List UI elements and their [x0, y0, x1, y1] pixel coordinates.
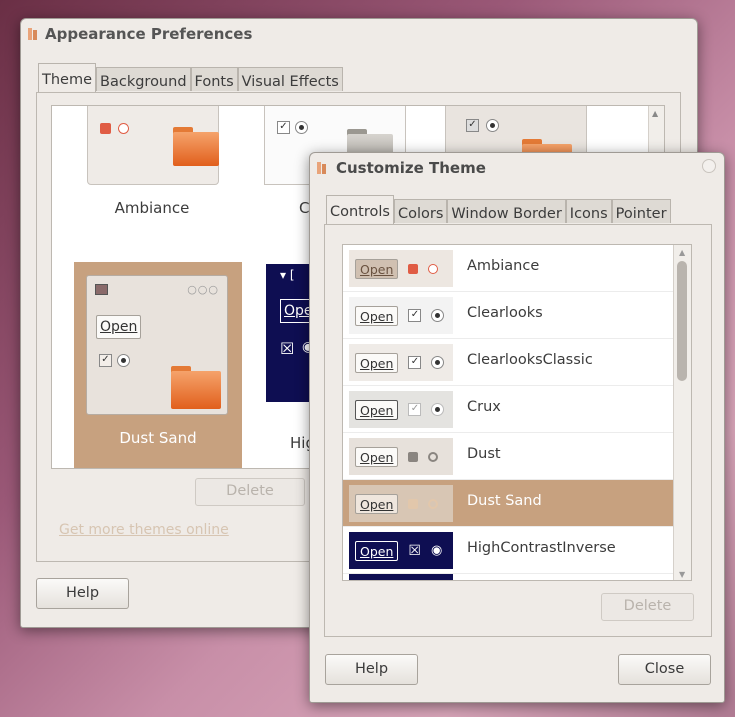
- get-more-themes-link[interactable]: Get more themes online: [59, 522, 229, 538]
- preview-open-button: Open: [96, 315, 142, 339]
- radio-icon: [428, 498, 439, 509]
- checkbox-icon: ☒: [408, 542, 421, 559]
- radio-icon: [295, 121, 308, 134]
- theme-name: HighContrastInverse: [467, 540, 616, 556]
- preview-open-button: Open: [355, 258, 399, 279]
- appearance-help-button[interactable]: Help: [36, 578, 129, 609]
- theme-name: ClearlooksClassic: [467, 352, 593, 368]
- list-item-dust[interactable]: Open Dust: [343, 433, 675, 480]
- delete-theme-button[interactable]: Delete: [195, 478, 305, 506]
- radio-icon: [431, 356, 445, 369]
- appearance-titlebar[interactable]: Appearance Preferences: [21, 19, 697, 49]
- checkbox-icon: ✓: [408, 403, 422, 416]
- preview-open-button: Open: [355, 446, 399, 467]
- appearance-title: Appearance Preferences: [45, 25, 253, 43]
- checkbox-icon: [408, 498, 419, 509]
- theme-tile-dust-sand[interactable]: ○○○ Open ✓ Dust Sand: [74, 262, 242, 468]
- radio-icon: [428, 263, 439, 274]
- checkbox-icon: ✓: [408, 309, 422, 322]
- theme-label-dust-sand: Dust Sand: [119, 429, 197, 447]
- window-menu-icon: ▾ [: [280, 268, 295, 282]
- customize-tabs: Controls Colors Window Border Icons Poin…: [326, 195, 671, 224]
- window-menu-icon: [95, 284, 108, 295]
- scroll-down-arrow-icon[interactable]: ▼: [679, 570, 685, 579]
- checkbox-icon: ☒: [280, 339, 295, 358]
- theme-name: Clearlooks: [467, 305, 543, 321]
- controls-theme-list: Open Ambiance Open ✓ Clearlooks Open ✓ C…: [342, 244, 692, 581]
- preview-ambiance: Open: [349, 250, 453, 287]
- customize-help-button[interactable]: Help: [325, 654, 418, 685]
- preview-open-button: Open: [355, 540, 399, 561]
- customize-theme-dialog: Customize Theme Controls Colors Window B…: [309, 152, 725, 703]
- radio-icon: ◉: [430, 543, 443, 558]
- theme-name: Dust Sand: [467, 493, 542, 509]
- theme-label-ambiance: Ambiance: [114, 199, 190, 217]
- scrollbar-thumb[interactable]: [677, 261, 687, 381]
- preview-open-button: Open: [355, 399, 399, 420]
- tab-icons[interactable]: Icons: [565, 199, 612, 223]
- list-item-clearlooks[interactable]: Open ✓ Clearlooks: [343, 292, 675, 339]
- customize-titlebar[interactable]: Customize Theme: [310, 153, 724, 183]
- preview-dust: Open: [349, 438, 453, 475]
- tab-controls[interactable]: Controls: [326, 195, 394, 224]
- preview-clearlooks-classic: Open ✓: [349, 344, 453, 381]
- delete-controls-button[interactable]: Delete: [601, 593, 694, 621]
- checkbox-icon: [408, 263, 419, 274]
- theme-name: Dust: [467, 446, 501, 462]
- list-item-clearlooks-classic[interactable]: Open ✓ ClearlooksClassic: [343, 339, 675, 386]
- radio-icon: [117, 354, 130, 367]
- preview-open-button: Open: [355, 352, 399, 373]
- list-item-ambiance[interactable]: Open Ambiance: [343, 245, 675, 292]
- customize-title: Customize Theme: [336, 159, 486, 177]
- appearance-app-icon: [28, 28, 37, 40]
- checkbox-icon: ✓: [277, 121, 290, 134]
- customize-app-icon: [317, 162, 326, 174]
- preview-open-button: Open: [355, 305, 399, 326]
- controls-list-scrollbar[interactable]: ▲ ▼: [673, 245, 691, 580]
- theme-thumb-ambiance[interactable]: [87, 106, 219, 185]
- preview-open-button: Open: [355, 493, 399, 514]
- list-item-high-contrast-inverse[interactable]: Open ☒ ◉ HighContrastInverse: [343, 527, 675, 574]
- theme-thumb-dust-sand: ○○○ Open ✓: [86, 275, 228, 415]
- scroll-up-arrow-icon[interactable]: ▲: [679, 248, 685, 257]
- tab-theme[interactable]: Theme: [38, 63, 97, 92]
- list-item-dust-sand[interactable]: Open Dust Sand: [343, 480, 675, 527]
- customize-close-button[interactable]: Close: [618, 654, 711, 685]
- theme-name: Ambiance: [467, 258, 540, 274]
- radio-icon: [486, 119, 499, 132]
- checkbox-icon: ✓: [408, 356, 422, 369]
- tab-colors[interactable]: Colors: [393, 199, 448, 223]
- preview-crux: Open ✓: [349, 391, 453, 428]
- radio-icon: [431, 309, 445, 322]
- checkbox-icon: [408, 451, 419, 462]
- radio-icon: [431, 403, 445, 416]
- tab-window-border[interactable]: Window Border: [447, 199, 566, 223]
- scroll-up-arrow-icon[interactable]: ▲: [652, 109, 658, 118]
- partial-list-item: [349, 574, 453, 580]
- checkbox-icon: ✓: [99, 354, 112, 367]
- tab-visual-effects[interactable]: Visual Effects: [237, 67, 343, 91]
- appearance-tabs: Theme Background Fonts Visual Effects: [38, 63, 343, 92]
- tab-fonts[interactable]: Fonts: [190, 67, 238, 91]
- checkbox-icon: [100, 123, 111, 134]
- tab-pointer[interactable]: Pointer: [611, 199, 671, 223]
- preview-dust-sand: Open: [349, 485, 453, 522]
- tab-background[interactable]: Background: [96, 67, 191, 91]
- window-controls-icon: ○○○: [187, 283, 219, 296]
- preview-clearlooks: Open ✓: [349, 297, 453, 334]
- radio-icon: [428, 451, 439, 462]
- checkbox-icon: ✓: [466, 119, 479, 132]
- list-item-crux[interactable]: Open ✓ Crux: [343, 386, 675, 433]
- theme-label-c: C: [299, 199, 310, 217]
- theme-name: Crux: [467, 399, 501, 415]
- preview-high-contrast-inverse: Open ☒ ◉: [349, 532, 453, 569]
- close-window-icon[interactable]: [702, 159, 716, 173]
- radio-icon: [118, 123, 129, 134]
